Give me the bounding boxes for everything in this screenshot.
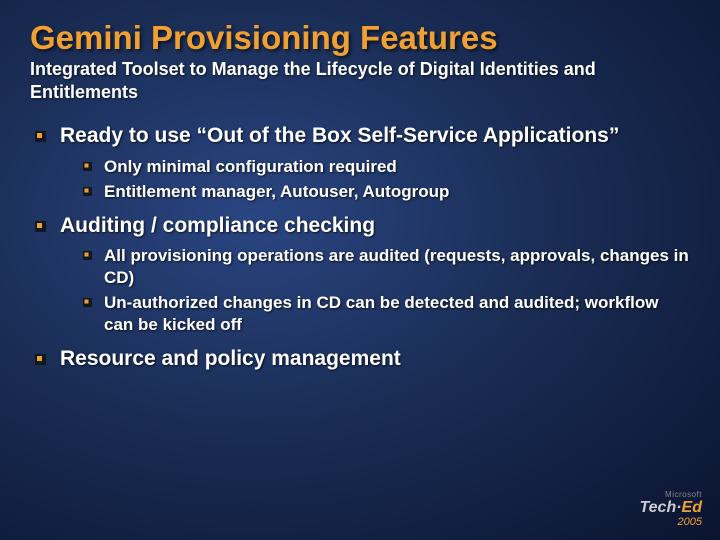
sub-bullet-list: Only minimal configuration required Enti… [35,156,690,203]
sub-bullet-list: All provisioning operations are audited … [35,245,690,336]
footer-logo: Microsoft Tech·Ed 2005 [639,491,702,528]
main-bullet-list: Ready to use “Out of the Box Self-Servic… [30,123,690,372]
bullet-text: Resource and policy management [60,346,401,372]
logo-brand-top: Microsoft [639,491,702,499]
logo-year: 2005 [639,517,702,528]
bullet-text: Auditing / compliance checking [60,213,375,239]
bullet-icon [83,251,92,260]
bullet-icon [83,162,92,171]
bullet-icon [35,131,46,142]
list-item: Auditing / compliance checking All provi… [35,213,690,337]
list-item: Resource and policy management [35,346,690,372]
list-item: Entitlement manager, Autouser, Autogroup [83,181,690,203]
bullet-text: Only minimal configuration required [104,156,397,178]
logo-brand-main: Tech·Ed [639,500,702,516]
bullet-icon [83,298,92,307]
logo-text-b: Ed [682,499,702,516]
bullet-text: All provisioning operations are audited … [104,245,690,289]
bullet-icon [83,187,92,196]
list-item: All provisioning operations are audited … [83,245,690,289]
bullet-icon [35,221,46,232]
bullet-text: Ready to use “Out of the Box Self-Servic… [60,123,619,149]
bullet-text: Un-authorized changes in CD can be detec… [104,292,690,336]
list-item: Ready to use “Out of the Box Self-Servic… [35,123,690,202]
slide-title: Gemini Provisioning Features [30,20,690,56]
bullet-text: Entitlement manager, Autouser, Autogroup [104,181,449,203]
bullet-icon [35,354,46,365]
slide-subtitle: Integrated Toolset to Manage the Lifecyc… [30,58,690,103]
list-item: Un-authorized changes in CD can be detec… [83,292,690,336]
list-item: Only minimal configuration required [83,156,690,178]
logo-text-a: Tech· [639,499,681,516]
